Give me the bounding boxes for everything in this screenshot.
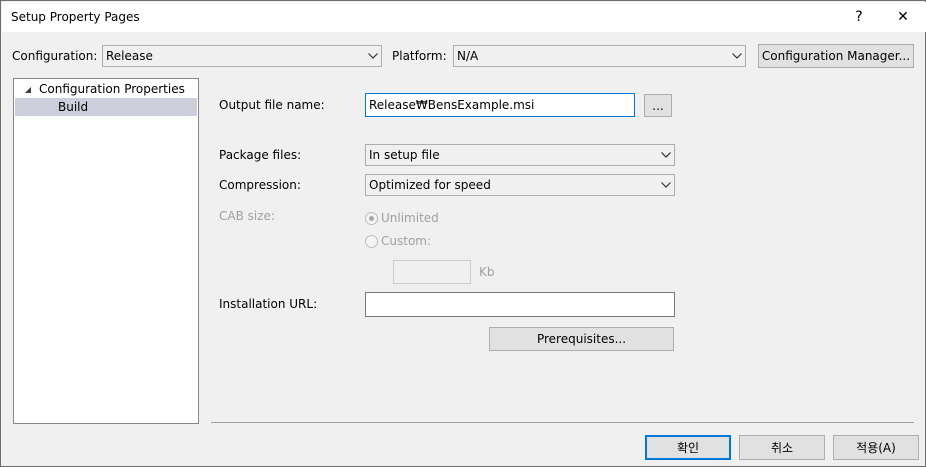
unlimited-label: Unlimited	[381, 211, 439, 225]
output-file-input[interactable]: Release₩BensExample.msi	[365, 93, 635, 117]
kb-label: Kb	[479, 265, 495, 279]
installation-url-label: Installation URL:	[219, 297, 318, 311]
help-button[interactable]: ?	[837, 3, 881, 31]
tree-item-label: Configuration Properties	[39, 82, 185, 96]
ok-button[interactable]: 확인	[645, 435, 731, 460]
browse-button[interactable]: ...	[644, 94, 672, 117]
output-file-label: Output file name:	[219, 98, 325, 112]
platform-value: N/A	[457, 49, 479, 63]
prerequisites-button[interactable]: Prerequisites...	[489, 327, 674, 351]
tree-item-configuration-properties[interactable]: ◢ Configuration Properties	[15, 80, 197, 98]
chevron-down-icon	[365, 46, 381, 66]
configuration-value: Release	[106, 49, 153, 63]
window-title: Setup Property Pages	[11, 10, 140, 24]
installation-url-input[interactable]	[365, 292, 675, 317]
platform-label: Platform:	[392, 49, 447, 63]
custom-radio[interactable]: Custom:	[365, 234, 431, 248]
apply-button[interactable]: 적용(A)	[833, 435, 919, 460]
package-files-label: Package files:	[219, 148, 302, 162]
title-bar: Setup Property Pages ? ✕	[2, 2, 926, 32]
expand-arrow-icon[interactable]: ◢	[21, 80, 35, 98]
dialog-window: Setup Property Pages ? ✕ Configuration: …	[0, 0, 926, 467]
footer-separator	[211, 422, 914, 423]
cancel-button[interactable]: 취소	[739, 435, 825, 460]
configuration-manager-button[interactable]: Configuration Manager...	[758, 44, 914, 68]
unlimited-radio[interactable]: Unlimited	[365, 211, 439, 225]
chevron-down-icon	[658, 145, 674, 165]
property-tree: ◢ Configuration Properties Build	[13, 78, 199, 424]
chevron-down-icon	[658, 175, 674, 195]
configuration-dropdown[interactable]: Release	[102, 45, 382, 67]
package-files-value: In setup file	[369, 148, 440, 162]
compression-label: Compression:	[219, 178, 301, 192]
configuration-label: Configuration:	[12, 49, 98, 63]
compression-dropdown[interactable]: Optimized for speed	[365, 174, 675, 196]
custom-label: Custom:	[381, 234, 432, 248]
cab-size-label: CAB size:	[219, 209, 275, 223]
custom-size-input[interactable]	[393, 260, 471, 284]
platform-dropdown[interactable]: N/A	[453, 45, 746, 67]
tree-item-build[interactable]: Build	[15, 98, 197, 116]
package-files-dropdown[interactable]: In setup file	[365, 144, 675, 166]
output-file-value: Release₩BensExample.msi	[369, 98, 535, 112]
radio-circle-icon	[365, 211, 378, 225]
close-button[interactable]: ✕	[881, 3, 925, 31]
tree-item-label: Build	[58, 100, 89, 114]
radio-circle-icon	[365, 234, 378, 248]
chevron-down-icon	[729, 46, 745, 66]
compression-value: Optimized for speed	[369, 178, 491, 192]
